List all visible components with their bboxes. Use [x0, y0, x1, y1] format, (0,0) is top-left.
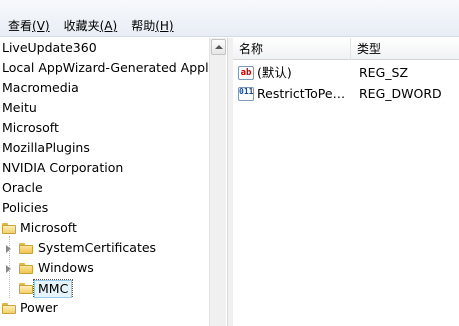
tree-item-label: SystemCertificates	[38, 240, 157, 255]
tree-item-label-selected: MMC	[32, 279, 74, 298]
value-row[interactable]: 011 RestrictToPermittedSnapins REG_DWORD	[233, 84, 459, 104]
menu-help[interactable]: 帮助(H)	[131, 19, 173, 35]
tree-item-label: Windows	[38, 260, 94, 275]
value-type: REG_DWORD	[359, 86, 442, 101]
tree-rows: LiveUpdate360 Local AppWizard-Generated …	[0, 38, 209, 326]
tree-item-mozillaplugins[interactable]: MozillaPlugins	[0, 138, 209, 158]
tree-item-liveupdate360[interactable]: LiveUpdate360	[0, 38, 209, 58]
tree-item-local-appwizard[interactable]: Local AppWizard-Generated Applications	[0, 58, 209, 78]
registry-tree-pane: LiveUpdate360 Local AppWizard-Generated …	[0, 38, 227, 326]
tree-item-policies-microsoft[interactable]: Microsoft	[0, 218, 209, 238]
folder-icon	[19, 243, 33, 254]
menu-help-label: 帮助	[131, 19, 156, 33]
tree-item-macromedia[interactable]: Macromedia	[0, 78, 209, 98]
folder-open-icon	[19, 283, 33, 294]
tree-item-oracle[interactable]: Oracle	[0, 178, 209, 198]
tree-item-mmc[interactable]: MMC	[0, 278, 209, 298]
tree-item-label: Oracle	[2, 180, 43, 195]
tree-item-meitu[interactable]: Meitu	[0, 98, 209, 118]
folder-icon	[19, 263, 33, 274]
menu-favorites-label: 收藏夹	[63, 19, 100, 33]
menu-help-accelerator: (H)	[155, 19, 174, 33]
dword-value-icon: 011	[238, 87, 254, 101]
column-header-name[interactable]: 名称	[233, 38, 351, 60]
value-name: RestrictToPermittedSnapins	[257, 86, 349, 101]
tree-item-label: Macromedia	[2, 80, 79, 95]
tree-item-label: Meitu	[2, 100, 37, 115]
value-row[interactable]: ab (默认) REG_SZ	[233, 63, 459, 83]
tree-item-systemcertificates[interactable]: SystemCertificates	[0, 238, 209, 258]
menu-favorites-accelerator: (A)	[99, 19, 118, 33]
tree-item-label: MozillaPlugins	[2, 140, 90, 155]
tree-item-label: LiveUpdate360	[2, 40, 97, 55]
menu-bar: 查看(V) 收藏夹(A) 帮助(H)	[0, 0, 459, 37]
tree-item-windows[interactable]: Windows	[0, 258, 209, 278]
tree-connector-line	[9, 236, 10, 298]
tree-item-policies[interactable]: Policies	[0, 198, 209, 218]
tree-item-label: Local AppWizard-Generated Applications	[2, 60, 209, 75]
tree-item-label: Policies	[2, 200, 49, 215]
tree-item-label: Microsoft	[20, 220, 77, 235]
folder-open-icon	[2, 223, 16, 234]
values-list-pane: 名称 类型 ab (默认) REG_SZ 011 RestrictToPermi…	[233, 38, 459, 326]
tree-vertical-scrollbar[interactable]	[209, 38, 226, 326]
value-type: REG_SZ	[359, 65, 409, 80]
tree-item-label: Microsoft	[2, 120, 59, 135]
tree-item-label: NVIDIA Corporation	[2, 160, 124, 175]
list-header: 名称 类型	[233, 38, 459, 60]
tree-item-label: Power	[20, 300, 58, 315]
value-name: (默认)	[257, 65, 292, 80]
tree-item-microsoft[interactable]: Microsoft	[0, 118, 209, 138]
menu-view[interactable]: 查看(V)	[8, 19, 50, 35]
menu-view-accelerator: (V)	[32, 19, 50, 33]
scroll-up-arrow-icon[interactable]	[211, 39, 226, 55]
tree-item-nvidia[interactable]: NVIDIA Corporation	[0, 158, 209, 178]
tree-item-power[interactable]: Power	[0, 298, 209, 318]
string-value-icon: ab	[238, 66, 254, 80]
column-header-type[interactable]: 类型	[351, 38, 459, 60]
menu-favorites[interactable]: 收藏夹(A)	[64, 19, 118, 35]
folder-open-icon	[2, 303, 16, 314]
menu-view-label: 查看	[8, 19, 33, 33]
